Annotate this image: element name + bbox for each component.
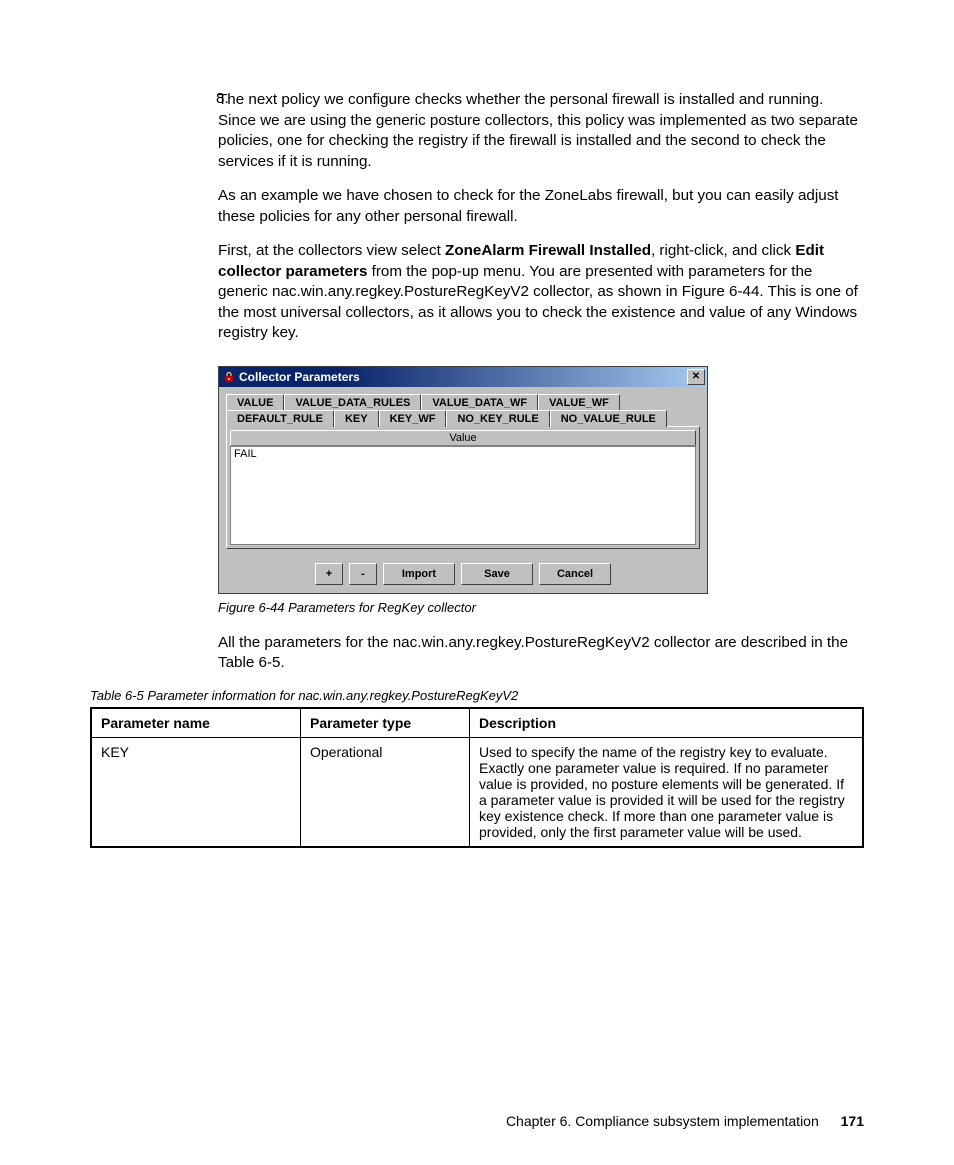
grid-body[interactable]: FAIL xyxy=(230,446,696,545)
tab-default-rule[interactable]: DEFAULT_RULE xyxy=(226,410,334,427)
dialog-button-bar: + - Import Save Cancel xyxy=(219,557,707,593)
tab-value-data-rules[interactable]: VALUE_DATA_RULES xyxy=(284,394,421,411)
step-para-3: First, at the collectors view select Zon… xyxy=(218,241,864,344)
table-header-desc: Description xyxy=(470,708,864,738)
footer-page-number: 171 xyxy=(841,1113,864,1129)
dialog-titlebar: Collector Parameters ✕ xyxy=(219,367,707,387)
table-cell-type: Operational xyxy=(301,737,470,847)
table-cell-desc: Used to specify the name of the registry… xyxy=(470,737,864,847)
save-button[interactable]: Save xyxy=(461,563,533,585)
tab-no-value-rule[interactable]: NO_VALUE_RULE xyxy=(550,410,667,427)
tab-value-data-wf[interactable]: VALUE_DATA_WF xyxy=(421,394,538,411)
table-header-type: Parameter type xyxy=(301,708,470,738)
table-header-name: Parameter name xyxy=(91,708,301,738)
cancel-button[interactable]: Cancel xyxy=(539,563,611,585)
tab-value-wf[interactable]: VALUE_WF xyxy=(538,394,620,411)
step-para-3-bold1: ZoneAlarm Firewall Installed xyxy=(445,242,651,259)
footer-chapter: Chapter 6. Compliance subsystem implemen… xyxy=(506,1113,819,1129)
step-number: 8. xyxy=(216,90,229,107)
tab-row-1: VALUE VALUE_DATA_RULES VALUE_DATA_WF VAL… xyxy=(226,394,700,411)
tab-panel: Value FAIL xyxy=(226,426,700,549)
tab-row-2: DEFAULT_RULE KEY KEY_WF NO_KEY_RULE NO_V… xyxy=(226,410,700,427)
tab-no-key-rule[interactable]: NO_KEY_RULE xyxy=(446,410,549,427)
close-icon[interactable]: ✕ xyxy=(687,369,705,385)
after-figure-para: All the parameters for the nac.win.any.r… xyxy=(218,633,864,674)
parameter-table: Parameter name Parameter type Descriptio… xyxy=(90,707,864,848)
table-caption: Table 6-5 Parameter information for nac.… xyxy=(90,688,864,703)
table-cell-name: KEY xyxy=(91,737,301,847)
page-footer: Chapter 6. Compliance subsystem implemen… xyxy=(506,1113,864,1129)
figure-caption: Figure 6-44 Parameters for RegKey collec… xyxy=(218,600,864,615)
step-para-1: The next policy we configure checks whet… xyxy=(218,90,864,172)
import-button[interactable]: Import xyxy=(383,563,455,585)
remove-button[interactable]: - xyxy=(349,563,377,585)
step-para-3a: First, at the collectors view select xyxy=(218,242,445,259)
tab-key[interactable]: KEY xyxy=(334,410,379,427)
table-row: KEY Operational Used to specify the name… xyxy=(91,737,863,847)
add-button[interactable]: + xyxy=(315,563,343,585)
step-para-2: As an example we have chosen to check fo… xyxy=(218,186,864,227)
dialog-collector-parameters: Collector Parameters ✕ VALUE VALUE_DATA_… xyxy=(218,366,708,594)
step-para-3c: , right-click, and click xyxy=(651,242,795,259)
lock-icon xyxy=(222,370,235,383)
dialog-title: Collector Parameters xyxy=(239,370,687,384)
tab-value[interactable]: VALUE xyxy=(226,394,284,411)
tab-key-wf[interactable]: KEY_WF xyxy=(379,410,447,427)
grid-cell-value[interactable]: FAIL xyxy=(234,448,692,460)
grid-column-header: Value xyxy=(230,430,696,446)
